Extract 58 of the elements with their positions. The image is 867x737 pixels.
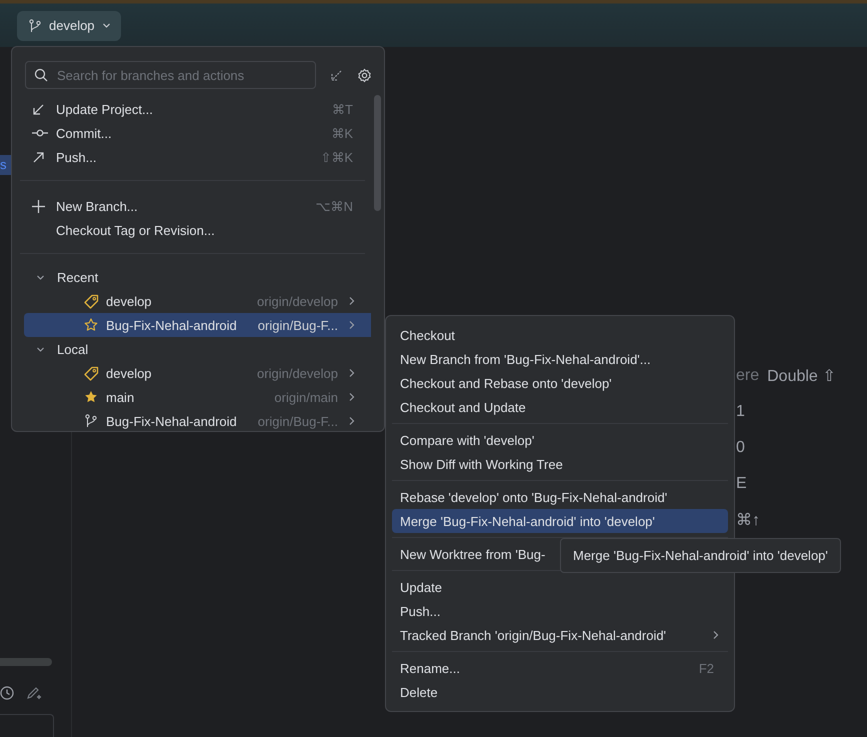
branch-button[interactable]: develop: [17, 10, 121, 40]
menu-item[interactable]: Update: [392, 575, 728, 599]
chevron-right-icon: [348, 392, 356, 402]
branch-item[interactable]: develop origin/develop: [24, 361, 371, 385]
menu-item[interactable]: Checkout: [392, 323, 728, 347]
tree-group-header[interactable]: Local: [12, 337, 371, 361]
tag-icon: [84, 366, 99, 380]
shortcut-text: E: [736, 475, 747, 493]
tooltip: Merge 'Bug-Fix-Nehal-android' into 'develop': [560, 538, 841, 573]
search-field[interactable]: Search for branches and actions: [25, 61, 316, 89]
tag-icon: [84, 294, 99, 308]
branch-item[interactable]: main origin/main: [24, 385, 371, 409]
search-icon: [34, 68, 48, 82]
menu-item[interactable]: Compare with 'develop': [392, 428, 728, 452]
menu-item[interactable]: Push...: [392, 599, 728, 623]
scrollbar-thumb[interactable]: [374, 95, 381, 211]
branch-item[interactable]: Bug-Fix-Nehal-android origin/Bug-F...: [24, 409, 371, 433]
chevron-right-icon: [348, 368, 356, 378]
shortcut-text: Double ⇧: [767, 367, 836, 386]
menu-item[interactable]: Update Project... ⌘T: [12, 97, 371, 121]
arrow-up-right-icon: [32, 150, 45, 164]
pencil-icon[interactable]: [26, 685, 42, 701]
menu-item[interactable]: New Branch... ⌥⌘N: [12, 194, 371, 218]
commit-icon: [32, 128, 48, 138]
chevron-down-icon: [102, 21, 111, 30]
menu-item[interactable]: Tracked Branch 'origin/Bug-Fix-Nehal-android': [392, 623, 728, 647]
menu-item[interactable]: Checkout and Update: [392, 395, 728, 419]
menu-item[interactable]: Push... ⇧⌘K: [12, 145, 371, 169]
menu-item[interactable]: Checkout Tag or Revision...: [12, 218, 371, 242]
menu-item[interactable]: Merge 'Bug-Fix-Nehal-android' into 'develop': [392, 509, 728, 533]
branch-icon: [28, 18, 42, 32]
settings-icon[interactable]: [357, 68, 372, 82]
branch-item[interactable]: develop origin/develop: [24, 289, 371, 313]
chevron-right-icon: [348, 296, 356, 306]
shortcut-text: 1: [736, 403, 745, 421]
clock-icon[interactable]: [0, 686, 14, 700]
menu-item[interactable]: New Branch from 'Bug-Fix-Nehal-android'...: [392, 347, 728, 371]
menu-item[interactable]: Delete: [392, 680, 728, 704]
chevron-right-icon: [348, 416, 356, 426]
star-icon: [84, 318, 98, 332]
shortcut-text: ⌘↑: [736, 511, 760, 530]
chevron-right-icon: [348, 320, 356, 330]
menu-item[interactable]: Rebase 'develop' onto 'Bug-Fix-Nehal-android': [392, 485, 728, 509]
menu-item[interactable]: Rename... F2: [392, 656, 728, 680]
star-icon: [84, 390, 98, 404]
shortcut-text: 0: [736, 439, 745, 457]
arrow-down-left-icon: [32, 102, 45, 116]
menu-item[interactable]: Commit... ⌘K: [12, 121, 371, 145]
menu-item[interactable]: Show Diff with Working Tree: [392, 452, 728, 476]
tree-group-header[interactable]: Recent: [12, 265, 371, 289]
arrow-down-left-icon[interactable]: [330, 68, 343, 82]
plus-icon: [32, 200, 45, 212]
scrollbar[interactable]: [0, 658, 52, 666]
hint-text: ere: [736, 367, 760, 385]
menu-item[interactable]: Checkout and Rebase onto 'develop': [392, 371, 728, 395]
input-field[interactable]: [0, 714, 54, 737]
branch-icon: [84, 414, 98, 428]
branch-item[interactable]: Bug-Fix-Nehal-android origin/Bug-F...: [24, 313, 371, 337]
